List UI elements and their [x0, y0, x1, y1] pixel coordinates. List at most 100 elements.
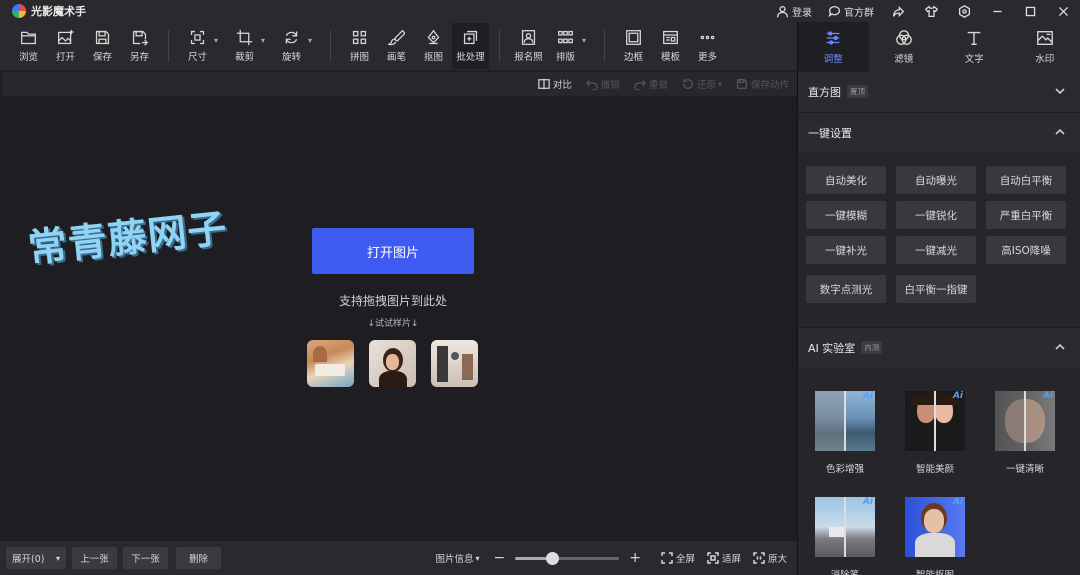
color-enhance-thumbnail: Ai	[815, 391, 875, 451]
spot-metering-button[interactable]: 数字点测光	[806, 275, 886, 303]
pin-badge[interactable]: 置顶	[847, 85, 868, 98]
auto-beautify-button[interactable]: 自动美化	[806, 166, 886, 194]
one-click-sharpen-button[interactable]: 一键锐化	[896, 201, 976, 229]
layout-dropdown-chevron-icon[interactable]: ▾	[582, 36, 590, 45]
high-iso-denoise-button[interactable]: 高ISO降噪	[986, 236, 1066, 264]
try-samples-label: ↓试试样片↓	[367, 319, 419, 329]
fullscreen-button[interactable]: 全屏	[661, 551, 695, 565]
crop-dropdown-chevron-icon[interactable]: ▾	[261, 36, 269, 45]
auto-white-balance-button[interactable]: 自动白平衡	[986, 166, 1066, 194]
chevron-up-icon	[1054, 341, 1066, 353]
restore-button[interactable]: 还原 ▾	[682, 77, 722, 91]
toolbar-divider	[330, 30, 331, 62]
tab-adjust[interactable]: 调整	[798, 22, 869, 72]
fill-light-button[interactable]: 一键补光	[806, 236, 886, 264]
one-click-section-header[interactable]: 一键设置	[798, 112, 1080, 152]
save-button[interactable]: 保存	[84, 23, 121, 69]
fit-screen-button[interactable]: 适屏	[707, 551, 741, 565]
eraser-card[interactable]: Ai 消除笔	[805, 497, 885, 575]
image-info-dropdown[interactable]: 图片信息 ▾	[435, 551, 479, 566]
zoom-slider-handle[interactable]	[545, 551, 559, 565]
layout-label: 排版	[555, 52, 575, 63]
tab-text[interactable]: 文字	[939, 22, 1010, 72]
settings-button[interactable]	[948, 0, 981, 22]
open-image-button[interactable]: 打开图片	[312, 228, 474, 274]
sample-image-3[interactable]	[431, 340, 478, 387]
zoom-out-button[interactable]: −	[493, 550, 505, 566]
tab-watermark-label: 水印	[1035, 54, 1055, 65]
undo-button[interactable]: 撤销	[585, 77, 620, 91]
frame-icon	[626, 30, 641, 45]
login-button[interactable]: 登录	[768, 0, 820, 22]
batch-button[interactable]: 批处理	[452, 23, 489, 69]
ai-lab-section-header[interactable]: AI 实验室 内测	[798, 327, 1080, 367]
redo-button[interactable]: 重做	[634, 77, 668, 91]
smart-beauty-card[interactable]: Ai 智能美颜	[895, 391, 975, 475]
reduce-light-button[interactable]: 一键减光	[896, 236, 976, 264]
open-button[interactable]: 打开	[47, 23, 84, 69]
auto-exposure-button[interactable]: 自动曝光	[896, 166, 976, 194]
fullscreen-icon	[661, 552, 673, 564]
title-bar: 光影魔术手 登录 官方群	[0, 0, 1080, 22]
delete-button[interactable]: 删除	[176, 547, 221, 569]
maximize-button[interactable]	[1014, 0, 1047, 22]
zoom-slider[interactable]	[515, 551, 620, 565]
official-group-button[interactable]: 官方群	[820, 0, 882, 22]
skin-button[interactable]	[915, 0, 948, 22]
save-action-button[interactable]: 保存动作	[736, 77, 789, 91]
minimize-button[interactable]	[981, 0, 1014, 22]
white-balance-picker-button[interactable]: 白平衡一指键	[896, 275, 976, 303]
brush-label: 画笔	[386, 52, 406, 63]
chevron-down-icon	[1054, 85, 1066, 97]
rotate-dropdown-chevron-icon[interactable]: ▾	[308, 36, 316, 45]
histogram-section-header[interactable]: 直方图 置顶	[798, 72, 1080, 111]
original-size-label: 原大	[767, 554, 787, 565]
template-button[interactable]: 模板	[652, 23, 689, 69]
cutout-label: 抠图	[423, 52, 443, 63]
sample-image-1[interactable]	[307, 340, 354, 387]
tab-filter-label: 滤镜	[894, 54, 914, 65]
one-click-clarity-card[interactable]: Ai 一键清晰	[985, 391, 1065, 475]
browse-button[interactable]: 浏览	[10, 23, 47, 69]
gear-icon	[958, 4, 971, 18]
layout-button[interactable]: 排版	[547, 23, 584, 69]
smart-cutout-card[interactable]: Ai 智能抠图	[895, 497, 975, 575]
crop-button[interactable]: 裁剪	[226, 23, 263, 69]
cutout-button[interactable]: 抠图	[415, 23, 452, 69]
collage-label: 拼图	[349, 52, 369, 63]
batch-label: 批处理	[456, 52, 485, 63]
close-button[interactable]	[1047, 0, 1080, 22]
save-as-label: 另存	[129, 52, 149, 63]
severe-white-balance-button[interactable]: 严重白平衡	[986, 201, 1066, 229]
histogram-title: 直方图	[808, 85, 841, 99]
tab-watermark[interactable]: 水印	[1010, 22, 1080, 72]
size-button[interactable]: 尺寸	[179, 23, 216, 69]
save-as-button[interactable]: 另存	[121, 23, 158, 69]
compare-button[interactable]: 对比	[538, 77, 572, 91]
zoom-in-button[interactable]: +	[629, 550, 641, 566]
one-click-grid: 自动美化 自动曝光 自动白平衡 一键模糊 一键锐化 严重白平衡 一键补光 一键减…	[798, 152, 1080, 327]
collage-button[interactable]: 拼图	[341, 23, 378, 69]
expand-dropdown[interactable]: 展开(0) ▾	[6, 547, 66, 569]
rotate-button[interactable]: 旋转	[273, 23, 310, 69]
one-click-blur-button[interactable]: 一键模糊	[806, 201, 886, 229]
sample-image-2[interactable]	[369, 340, 416, 387]
prev-button[interactable]: 上一张	[72, 547, 117, 569]
original-size-button[interactable]: 原大	[753, 551, 787, 565]
next-button[interactable]: 下一张	[123, 547, 168, 569]
border-button[interactable]: 边框	[615, 23, 652, 69]
id-photo-button[interactable]: 报名照	[510, 23, 547, 69]
color-enhance-card[interactable]: Ai 色彩增强	[805, 391, 885, 475]
ai-lab-grid: Ai 色彩增强 Ai 智能美颜 Ai 一键清晰 Ai Ai	[798, 367, 1080, 575]
size-dropdown-chevron-icon[interactable]: ▾	[214, 36, 222, 45]
smart-beauty-thumbnail: Ai	[905, 391, 965, 451]
brush-button[interactable]: 画笔	[378, 23, 415, 69]
size-label: 尺寸	[187, 52, 207, 63]
share-button[interactable]	[882, 0, 915, 22]
rotate-icon	[285, 31, 298, 44]
crop-label: 裁剪	[234, 52, 254, 63]
eraser-label: 消除笔	[805, 567, 885, 575]
more-button[interactable]: 更多	[689, 23, 726, 69]
tab-filter[interactable]: 滤镜	[869, 22, 940, 72]
id-photo-icon	[521, 30, 536, 45]
